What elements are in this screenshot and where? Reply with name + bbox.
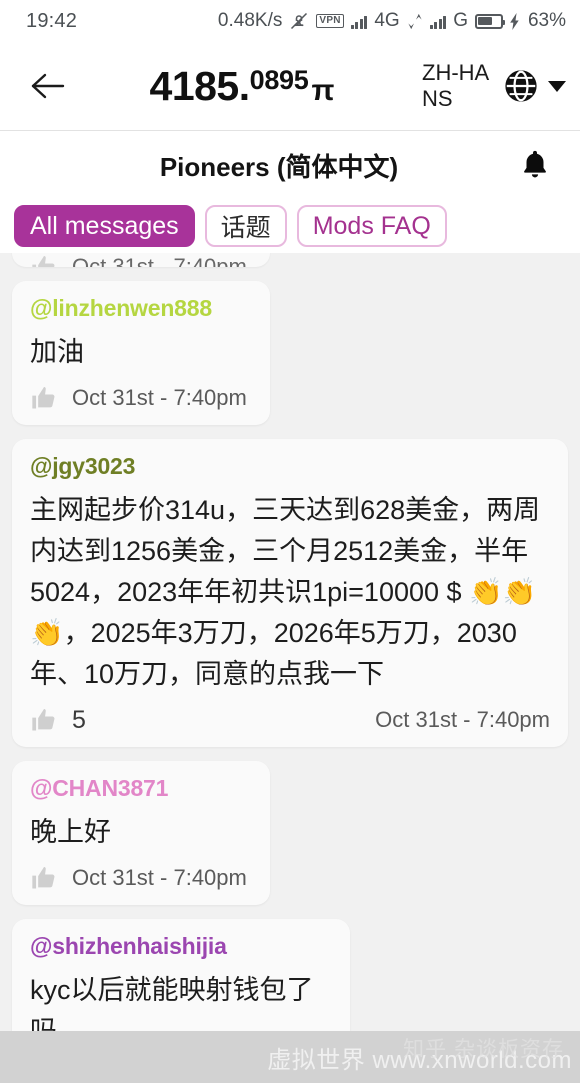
network-speed: 0.48K/s xyxy=(217,10,283,31)
message-time: Oct 31st - 7:40pm xyxy=(375,707,550,732)
message-bubble-clipped[interactable]: Oct 31st - 7:40pm xyxy=(12,253,270,267)
thumbs-up-icon[interactable] xyxy=(30,384,58,412)
message-footer: Oct 31st - 7:40pm xyxy=(30,863,252,893)
language-code-label: ZH-HANS xyxy=(422,60,490,111)
app-bar: 4185. 0895 π ZH-HANS xyxy=(0,42,580,131)
bell-muted-icon xyxy=(289,11,309,31)
message-footer: Oct 31st - 7:40pm xyxy=(30,253,252,267)
message-time: Oct 31st - 7:40pm xyxy=(72,254,247,267)
chevron-down-icon[interactable] xyxy=(548,80,566,92)
balance-integer: 4185. xyxy=(149,62,251,109)
back-arrow-icon[interactable] xyxy=(22,60,74,112)
language-selector[interactable]: ZH-HANS xyxy=(422,60,566,112)
message-text: 晚上好 xyxy=(30,817,111,847)
thumbs-up-icon[interactable] xyxy=(30,864,58,892)
status-bar: 19:42 0.48K/s VPN 4G G 63% xyxy=(0,0,580,42)
message-username[interactable]: @jgy3023 xyxy=(30,453,550,480)
charging-bolt-icon xyxy=(510,12,521,30)
message-time: Oct 31st - 7:40pm xyxy=(72,385,247,410)
message-footer: 5 Oct 31st - 7:40pm xyxy=(30,705,550,735)
message-bubble[interactable]: @CHAN3871 晚上好 Oct 31st - 7:40pm xyxy=(12,761,270,905)
pi-symbol: π xyxy=(311,73,335,107)
message-footer: Oct 31st - 7:40pm xyxy=(30,383,252,413)
phone-screen: 19:42 0.48K/s VPN 4G G 63% 4185. 0895 π … xyxy=(0,0,580,1083)
filter-chip-topics[interactable]: 话题 xyxy=(204,205,287,247)
filter-chip-mods-faq[interactable]: Mods FAQ xyxy=(296,205,447,247)
message-text: 加油 xyxy=(30,337,84,367)
message-username[interactable]: @shizhenhaishijia xyxy=(30,933,332,960)
filter-chip-bar: All messages 话题 Mods FAQ xyxy=(0,199,580,253)
status-indicators: 0.48K/s VPN 4G G 63% xyxy=(218,10,566,32)
room-header: Pioneers (简体中文) xyxy=(0,131,580,199)
battery-icon xyxy=(474,13,505,29)
pi-balance: 4185. 0895 π xyxy=(68,63,416,110)
vpn-icon: VPN xyxy=(316,14,344,28)
message-username[interactable]: @linzhenwen888 xyxy=(30,295,252,322)
watermark-band: 虚拟世界 www.xnworld.com 知乎 杂谈板资存 xyxy=(0,1031,580,1083)
data-transfer-icon xyxy=(407,12,423,31)
message-time: Oct 31st - 7:40pm xyxy=(72,865,247,890)
status-clock: 19:42 xyxy=(26,9,78,32)
network-type-label: 4G xyxy=(374,10,400,31)
page-title: Pioneers (简体中文) xyxy=(159,151,399,182)
battery-percent: 63% xyxy=(527,10,566,31)
globe-icon[interactable] xyxy=(503,68,539,104)
message-username[interactable]: @CHAN3871 xyxy=(30,775,252,802)
thumbs-up-icon[interactable] xyxy=(30,253,58,267)
message-feed[interactable]: Oct 31st - 7:40pm @linzhenwen888 加油 Oct … xyxy=(0,253,580,1083)
balance-decimal: 0895 xyxy=(249,64,309,95)
message-bubble[interactable]: @linzhenwen888 加油 Oct 31st - 7:40pm xyxy=(12,281,270,425)
signal-bars-icon-2 xyxy=(429,14,447,29)
message-text: 主网起步价314u，三天达到628美金，两周内达到1256美金，三个月2512美… xyxy=(30,495,541,689)
signal-bars-icon xyxy=(350,14,368,29)
filter-chip-all-messages[interactable]: All messages xyxy=(14,205,195,247)
watermark-overlay-text: 知乎 杂谈板资存 xyxy=(403,1038,564,1061)
bell-icon[interactable] xyxy=(518,148,552,182)
like-count: 5 xyxy=(72,705,86,734)
message-bubble[interactable]: @jgy3023 主网起步价314u，三天达到628美金，两周内达到1256美金… xyxy=(12,439,568,747)
thumbs-up-icon[interactable] xyxy=(30,706,58,734)
network-type-label-2: G xyxy=(453,10,468,31)
